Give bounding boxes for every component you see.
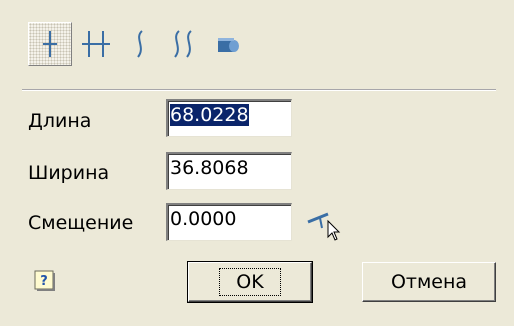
help-icon: ? bbox=[34, 270, 55, 291]
pick-offset-button[interactable] bbox=[306, 204, 342, 242]
shape-icon bbox=[218, 38, 239, 52]
width-label: Ширина bbox=[28, 162, 110, 184]
ok-label: OK bbox=[219, 268, 281, 296]
double-line-icon bbox=[82, 31, 110, 57]
width-value: 36.8068 bbox=[170, 157, 249, 179]
offset-label: Смещение bbox=[28, 212, 134, 234]
cancel-button[interactable]: Отмена bbox=[362, 262, 496, 302]
double-curve-icon bbox=[174, 30, 192, 58]
width-input[interactable]: 36.8068 bbox=[166, 152, 292, 190]
offset-input[interactable]: 0.0000 bbox=[166, 203, 292, 241]
separator bbox=[22, 89, 496, 91]
ok-button[interactable]: OK bbox=[187, 261, 313, 303]
svg-text:?: ? bbox=[40, 274, 48, 289]
single-line-tool-button[interactable] bbox=[28, 22, 72, 66]
length-value: 68.0228 bbox=[170, 104, 249, 126]
shape-tool-button[interactable] bbox=[206, 22, 250, 66]
length-input[interactable]: 68.0228 bbox=[166, 99, 292, 137]
single-curve-icon bbox=[137, 30, 143, 58]
double-line-tool-button[interactable] bbox=[74, 22, 118, 66]
single-line-icon bbox=[43, 31, 57, 57]
help-button[interactable]: ? bbox=[34, 270, 56, 292]
double-curve-tool-button[interactable] bbox=[162, 22, 206, 66]
pick-point-icon bbox=[307, 212, 341, 241]
single-curve-tool-button[interactable] bbox=[118, 22, 162, 66]
length-label: Длина bbox=[28, 110, 92, 132]
offset-value: 0.0000 bbox=[170, 208, 237, 230]
cancel-label: Отмена bbox=[390, 271, 468, 293]
drawing-toolbar bbox=[28, 22, 258, 68]
